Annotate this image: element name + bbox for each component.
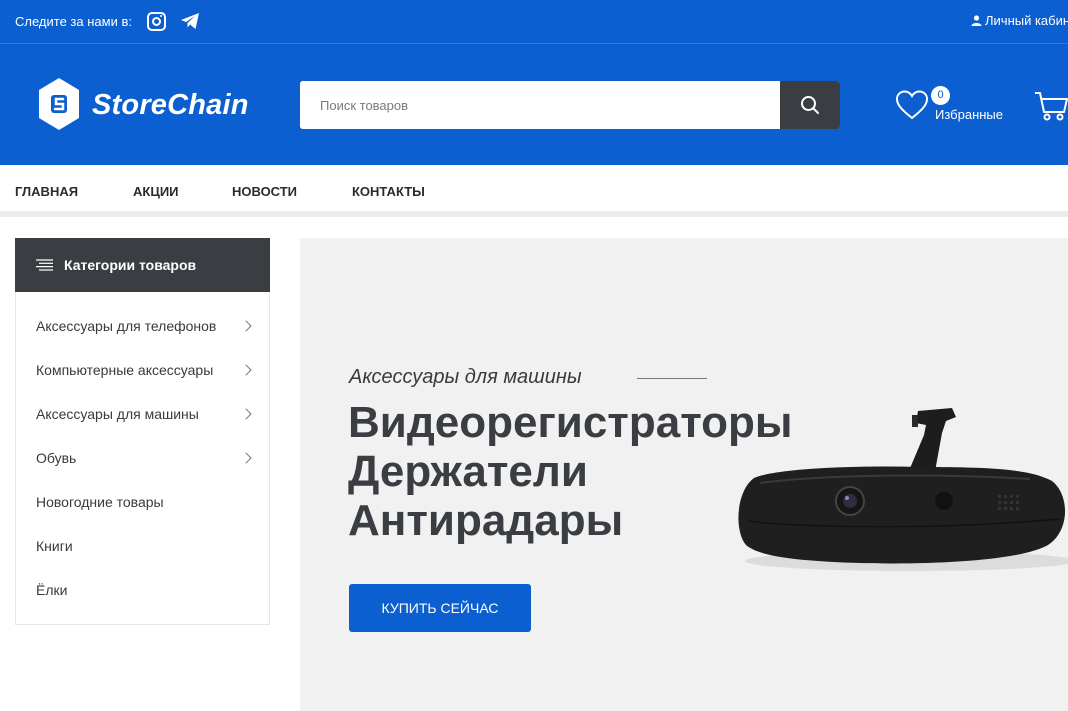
main-header: StoreChain 0 Избранные — [0, 44, 1068, 165]
favorites-label[interactable]: Избранные — [935, 107, 1003, 122]
banner-headline-line-1: Видеорегистраторы — [348, 398, 793, 447]
search-button[interactable] — [780, 81, 840, 129]
category-car-accessories[interactable]: Аксессуары для машины — [36, 406, 199, 422]
logo-text[interactable]: StoreChain — [92, 89, 249, 122]
categories-header[interactable]: Категории товаров — [15, 238, 270, 292]
dashcam-image — [738, 408, 1068, 571]
categories-title: Категории товаров — [64, 257, 197, 273]
nav-news[interactable]: НОВОСТИ — [232, 184, 297, 199]
nav-home[interactable]: ГЛАВНАЯ — [15, 184, 78, 199]
hero-banner: Аксессуары для машины Видеорегистраторы … — [300, 238, 1068, 711]
banner-headline-line-3: Антирадары — [348, 496, 624, 545]
nav-promotions[interactable]: АКЦИИ — [133, 184, 179, 199]
search-input[interactable] — [300, 81, 780, 129]
category-new-year[interactable]: Новогодние товары — [36, 494, 164, 510]
banner-headline-line-2: Держатели — [348, 447, 588, 496]
categories-list: Аксессуары для телефонов Компьютерные ак… — [15, 292, 270, 625]
top-bar: Следите за нами в: Личный кабинет — [0, 0, 1068, 44]
chevron-right-icon — [240, 408, 252, 420]
banner-eyebrow: Аксессуары для машины — [349, 366, 582, 388]
heart-icon[interactable] — [895, 90, 929, 120]
search-bar — [300, 81, 840, 129]
follow-us-label: Следите за нами в: — [15, 14, 132, 29]
logo-icon[interactable] — [38, 77, 80, 131]
buy-now-button[interactable]: КУПИТЬ СЕЙЧАС — [349, 584, 531, 632]
menu-lines-icon — [36, 259, 53, 271]
user-icon — [971, 15, 982, 26]
category-trees[interactable]: Ёлки — [36, 582, 67, 598]
category-shoes[interactable]: Обувь — [36, 450, 76, 466]
category-books[interactable]: Книги — [36, 538, 73, 554]
chevron-right-icon — [240, 320, 252, 332]
cart-icon[interactable] — [1034, 90, 1068, 122]
search-icon — [801, 96, 819, 114]
chevron-right-icon — [240, 452, 252, 464]
category-phone-accessories[interactable]: Аксессуары для телефонов — [36, 318, 216, 334]
eyebrow-divider — [637, 378, 707, 379]
account-label: Личный кабинет — [985, 13, 1068, 28]
instagram-icon[interactable] — [147, 12, 166, 31]
account-link[interactable]: Личный кабинет — [971, 13, 1068, 28]
chevron-right-icon — [240, 364, 252, 376]
nav-contacts[interactable]: КОНТАКТЫ — [352, 184, 425, 199]
category-computer-accessories[interactable]: Компьютерные аксессуары — [36, 362, 213, 378]
main-nav: ГЛАВНАЯ АКЦИИ НОВОСТИ КОНТАКТЫ — [0, 165, 1068, 217]
favorites-count-badge: 0 — [931, 86, 950, 105]
telegram-icon[interactable] — [180, 11, 200, 31]
